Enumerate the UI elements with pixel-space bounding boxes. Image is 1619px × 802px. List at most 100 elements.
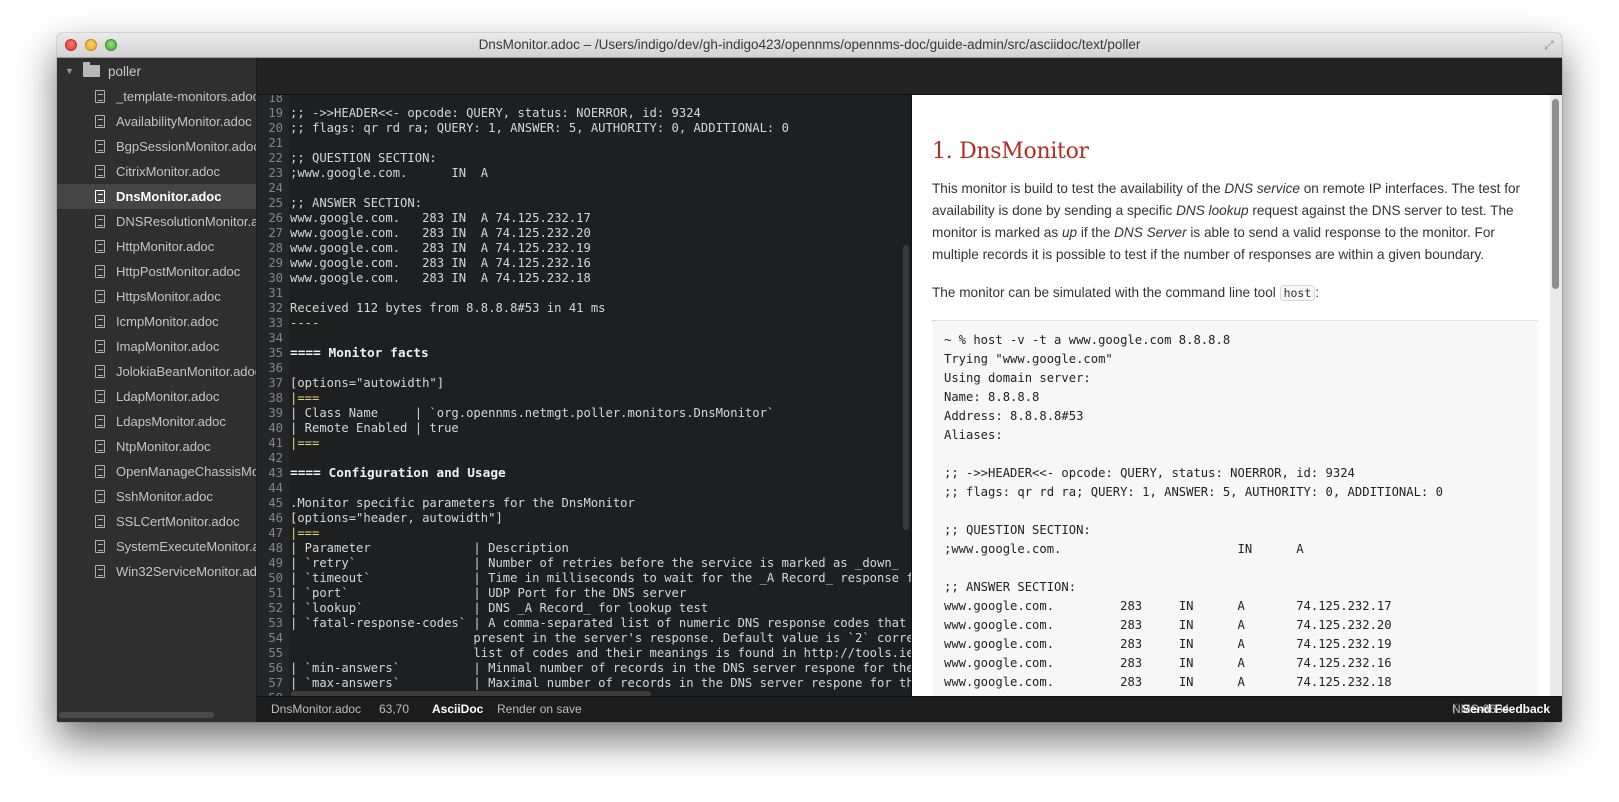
line-number: 28	[268, 241, 283, 255]
file-text-icon	[95, 465, 105, 478]
line-text: www.google.com. 283 IN A 74.125.232.19	[290, 241, 591, 255]
code-line: 27 www.google.com. 283 IN A 74.125.232.20	[257, 226, 911, 241]
line-text: | `lookup` | DNS _A Record_ for lookup t…	[290, 601, 709, 615]
tree-file-item[interactable]: NtpMonitor.adoc	[57, 434, 256, 459]
fullscreen-icon[interactable]: ⤢	[1542, 38, 1556, 52]
line-number: 25	[268, 196, 283, 210]
line-number: 51	[268, 586, 283, 600]
line-number: 48	[268, 541, 283, 555]
tree-file-item[interactable]: IcmpMonitor.adoc	[57, 309, 256, 334]
tree-file-item[interactable]: HttpMonitor.adoc	[57, 234, 256, 259]
file-text-icon	[95, 340, 105, 353]
line-text: | Parameter | Description	[290, 541, 569, 555]
status-file-path[interactable]: DnsMonitor.adoc	[271, 697, 361, 722]
code-line: 44	[257, 481, 911, 496]
line-number: 26	[268, 211, 283, 225]
line-number: 30	[268, 271, 283, 285]
line-text: www.google.com. 283 IN A 74.125.232.20	[290, 226, 591, 240]
file-text-icon	[95, 90, 105, 103]
code-line: 39 | Class Name | `org.opennms.netmgt.pol…	[257, 406, 911, 421]
preview-heading: 1. DnsMonitor	[932, 139, 1089, 164]
code-line: 32 Received 112 bytes from 8.8.8.8#53 in …	[257, 301, 911, 316]
code-line: 51 | `port` | UDP Port for the DNS server	[257, 586, 911, 601]
line-text: | `retry` | Number of retries before the…	[290, 556, 900, 570]
code-line: 24	[257, 181, 911, 196]
code-line: 49 | `retry` | Number of retries before t…	[257, 556, 911, 571]
file-label: SSLCertMonitor.adoc	[116, 514, 240, 529]
preview-paragraph-host: The monitor can be simulated with the co…	[932, 282, 1538, 304]
close-window-button[interactable]	[65, 39, 77, 51]
code-line: 21	[257, 136, 911, 151]
emphasis: DNS lookup	[1176, 203, 1249, 218]
line-number: 39	[268, 406, 283, 420]
line-number: 53	[268, 616, 283, 630]
title-bar: DnsMonitor.adoc – /Users/indigo/dev/gh-i…	[57, 33, 1562, 58]
line-text: | Remote Enabled | true	[290, 421, 459, 435]
tree-file-item[interactable]: DnsMonitor.adoc	[57, 184, 256, 209]
zoom-window-button[interactable]	[105, 39, 117, 51]
tree-file-item[interactable]: HttpsMonitor.adoc	[57, 284, 256, 309]
file-label: NtpMonitor.adoc	[116, 439, 211, 454]
file-text-icon	[95, 440, 105, 453]
file-text-icon	[95, 540, 105, 553]
tree-file-item[interactable]: ImapMonitor.adoc	[57, 334, 256, 359]
line-text: present in the server's response. Defaul…	[290, 631, 911, 645]
tree-file-item[interactable]: JolokiaBeanMonitor.adoc	[57, 359, 256, 384]
editor-vertical-scrollbar[interactable]	[903, 245, 909, 530]
line-text: |===	[290, 526, 320, 540]
chevron-down-icon: ▼	[65, 66, 74, 76]
code-listing: ~ % host -v -t a www.google.com 8.8.8.8 …	[932, 320, 1538, 697]
tree-file-item[interactable]: LdapMonitor.adoc	[57, 384, 256, 409]
tree-file-item[interactable]: LdapsMonitor.adoc	[57, 409, 256, 434]
tree-file-item[interactable]: DNSResolutionMonitor.adoc	[57, 209, 256, 234]
code-line: 45 .Monitor specific parameters for the D…	[257, 496, 911, 511]
minimize-window-button[interactable]	[85, 39, 97, 51]
status-bar: DnsMonitor.adoc 63,70 AsciiDoc Render on…	[257, 696, 1562, 722]
tree-file-item[interactable]: AvailabilityMonitor.adoc	[57, 109, 256, 134]
code-line: 23 ;www.google.com. IN A	[257, 166, 911, 181]
line-number: 49	[268, 556, 283, 570]
file-text-icon	[95, 290, 105, 303]
inline-code: host	[1279, 285, 1316, 301]
line-number: 57	[268, 676, 283, 690]
line-number: 37	[268, 376, 283, 390]
code-line: 43 ==== Configuration and Usage	[257, 466, 911, 481]
code-line: 48 | Parameter | Description	[257, 541, 911, 556]
line-number: 43	[268, 466, 283, 480]
file-text-icon	[95, 565, 105, 578]
code-line: 18	[257, 95, 911, 106]
code-line: 56 | `min-answers` | Minmal number of rec…	[257, 661, 911, 676]
app-window: DnsMonitor.adoc – /Users/indigo/dev/gh-i…	[57, 33, 1562, 722]
line-text: ;; ANSWER SECTION:	[290, 196, 423, 210]
tree-view: ▼ poller _template-monitors.adoc Availabi…	[57, 58, 257, 722]
folder-icon	[83, 62, 100, 77]
code-line: 40 | Remote Enabled | true	[257, 421, 911, 436]
line-number: 40	[268, 421, 283, 435]
status-grammar[interactable]: AsciiDoc	[432, 697, 483, 722]
code-line: 36	[257, 361, 911, 376]
tree-file-item[interactable]: BgpSessionMonitor.adoc	[57, 134, 256, 159]
code-line: 28 www.google.com. 283 IN A 74.125.232.19	[257, 241, 911, 256]
code-line: 25 ;; ANSWER SECTION:	[257, 196, 911, 211]
tree-folder-poller[interactable]: ▼ poller	[57, 58, 256, 84]
line-number: 22	[268, 151, 283, 165]
tree-file-item[interactable]: _template-monitors.adoc	[57, 84, 256, 109]
line-text: ;; QUESTION SECTION:	[290, 151, 437, 165]
code-editor[interactable]: 18 19 ;; ->>HEADER<<- opcode: QUERY, statu…	[257, 95, 911, 697]
tree-file-item[interactable]: SSLCertMonitor.adoc	[57, 509, 256, 534]
line-text: |===	[290, 436, 320, 450]
sidebar-scrollbar[interactable]	[59, 712, 214, 718]
preview-scrollbar[interactable]	[1552, 99, 1559, 289]
send-feedback-link[interactable]: Send Feedback	[1462, 697, 1550, 722]
tree-file-item[interactable]: CitrixMonitor.adoc	[57, 159, 256, 184]
tree-file-item[interactable]: OpenManageChassisMonitor.adoc	[57, 459, 256, 484]
tree-file-item[interactable]: SshMonitor.adoc	[57, 484, 256, 509]
file-text-icon	[95, 115, 105, 128]
tree-file-item[interactable]: Win32ServiceMonitor.adoc	[57, 559, 256, 584]
status-cursor-position[interactable]: 63,70	[379, 697, 409, 722]
line-text: | `port` | UDP Port for the DNS server	[290, 586, 687, 600]
tree-file-item[interactable]: HttpPostMonitor.adoc	[57, 259, 256, 284]
line-number: 24	[268, 181, 283, 195]
code-line: 47 |===	[257, 526, 911, 541]
tree-file-item[interactable]: SystemExecuteMonitor.adoc	[57, 534, 256, 559]
